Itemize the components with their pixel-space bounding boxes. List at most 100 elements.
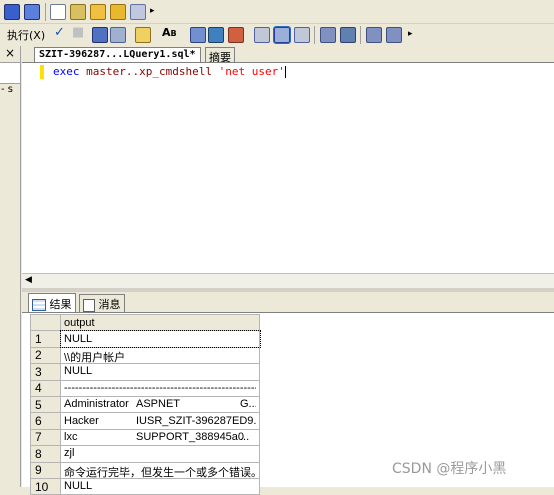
table-row[interactable]: 5 Administrator ASPNET G... xyxy=(30,395,260,414)
font-icon[interactable]: AB xyxy=(162,26,177,39)
toolbar-row-2: 执行(X) ✓ ■ AB ▸ xyxy=(0,24,554,46)
uncomment-icon[interactable] xyxy=(340,27,356,43)
tab-results-label: 结果 xyxy=(49,298,72,311)
tab-query-label: SZIT-396287...LQuery1.sql* xyxy=(39,49,196,60)
row-number[interactable]: 1 xyxy=(30,330,61,348)
check-icon[interactable]: ✓ xyxy=(54,25,65,40)
watermark: CSDN @程序小黑 xyxy=(392,461,507,477)
toolbar-overflow-icon[interactable]: ▸ xyxy=(408,29,413,39)
results-grid-icon xyxy=(32,299,46,311)
open-file-icon[interactable] xyxy=(90,4,106,20)
row-number[interactable]: 3 xyxy=(30,363,61,381)
output-text: IUSR_SZIT-396287ED9... xyxy=(136,414,256,427)
edit-icon[interactable] xyxy=(135,27,151,43)
save-all-icon[interactable] xyxy=(24,4,40,20)
table-row[interactable]: 1 NULL xyxy=(30,329,261,349)
output-text: Administrator xyxy=(64,398,129,411)
output-cell[interactable]: NULL xyxy=(60,363,260,381)
results-tabstrip: 结果 消息 xyxy=(22,292,554,312)
query-keyword: exec xyxy=(53,65,80,78)
report-icon[interactable] xyxy=(130,4,146,20)
increase-indent-icon[interactable] xyxy=(386,27,402,43)
table-row[interactable]: 6 Hacker IUSR_SZIT-396287ED9... xyxy=(30,412,260,430)
output-text: ----------------------------------------… xyxy=(64,381,256,394)
output-text: G... xyxy=(240,398,256,411)
tab-results[interactable]: 结果 xyxy=(28,293,76,312)
table-row[interactable]: 8 zjl xyxy=(30,445,260,463)
tab-messages-label: 消息 xyxy=(98,298,121,311)
results-grid: output 1 NULL 2 \\的用户帐户 3 NULL 4 --------------… xyxy=(30,313,261,495)
execute-button[interactable]: 执行(X) xyxy=(7,27,45,43)
new-query-icon[interactable] xyxy=(50,4,66,20)
output-cell[interactable]: \\的用户帐户 xyxy=(60,346,260,365)
database-icon[interactable] xyxy=(70,4,86,20)
messages-icon xyxy=(83,298,95,312)
close-icon[interactable]: × xyxy=(5,46,15,60)
toolbar-overflow-icon[interactable]: ▸ xyxy=(150,6,155,16)
query-string: 'net user' xyxy=(218,65,285,78)
output-text: SUPPORT_388945a0 xyxy=(136,430,245,443)
editor-tabstrip: SZIT-396287...LQuery1.sql* 摘要 xyxy=(22,46,554,64)
output-text: NULL xyxy=(64,332,93,345)
save-icon[interactable] xyxy=(4,4,20,20)
output-text: NULL xyxy=(64,480,93,493)
output-text: ... xyxy=(240,430,250,443)
table-row[interactable]: 7 lxc SUPPORT_388945a0... xyxy=(30,428,260,447)
client-stats-icon[interactable] xyxy=(273,26,291,44)
toolbar-row-1: ▸ xyxy=(0,0,554,24)
toolbar-separator xyxy=(360,26,361,44)
output-cell[interactable]: Administrator ASPNET G... xyxy=(60,395,260,414)
output-cell[interactable]: zjl xyxy=(60,445,260,463)
output-cell[interactable]: 命令运行完毕，但发生一个或多个错误。 xyxy=(60,461,260,479)
change-marker xyxy=(40,65,44,79)
output-text: zjl xyxy=(64,447,75,460)
column-header-output[interactable]: output xyxy=(60,313,260,332)
output-cell[interactable]: Hacker IUSR_SZIT-396287ED9... xyxy=(60,412,260,430)
output-text: 命令运行完毕，但发生一个或多个错误。 xyxy=(64,466,256,478)
scroll-left-icon[interactable]: ◀ xyxy=(25,275,32,285)
tab-query[interactable]: SZIT-396287...LQuery1.sql* xyxy=(34,47,201,63)
results-to-text-icon[interactable] xyxy=(190,27,206,43)
toolbar-separator xyxy=(314,26,315,44)
output-text: NULL xyxy=(64,365,93,378)
output-text: ASPNET xyxy=(136,398,181,411)
editor-hscrollbar[interactable]: ◀ xyxy=(22,273,554,288)
output-text: lxc xyxy=(64,430,78,443)
output-cell[interactable]: NULL xyxy=(59,329,261,349)
grid-header-row: output xyxy=(30,313,260,332)
table-row[interactable]: 2 \\的用户帐户 xyxy=(30,346,260,365)
include-plan-icon[interactable] xyxy=(254,27,270,43)
display-plan-icon[interactable] xyxy=(110,27,126,43)
table-row[interactable]: 9 命令运行完毕，但发生一个或多个错误。 xyxy=(30,461,260,479)
decrease-indent-icon[interactable] xyxy=(366,27,382,43)
results-to-file-icon[interactable] xyxy=(228,27,244,43)
row-number[interactable]: 2 xyxy=(30,346,61,365)
comment-icon[interactable] xyxy=(320,27,336,43)
left-panel-strip xyxy=(0,62,20,84)
query-editor[interactable]: exec master..xp_cmdshell 'net user' xyxy=(22,62,554,273)
results-to-grid-icon[interactable] xyxy=(208,27,224,43)
text-caret xyxy=(284,66,286,78)
output-text: \\的用户帐户 xyxy=(64,351,126,363)
analysis-icon[interactable] xyxy=(110,4,126,20)
toolbar-separator xyxy=(45,3,46,21)
query-object: master..xp_cmdshell xyxy=(86,65,212,78)
row-number[interactable]: 8 xyxy=(30,445,61,463)
query-options-icon[interactable] xyxy=(294,27,310,43)
row-number[interactable]: 5 xyxy=(30,395,61,414)
parse-icon[interactable] xyxy=(92,27,108,43)
tab-summary[interactable]: 摘要 xyxy=(205,47,235,64)
left-panel: × - s xyxy=(0,46,21,487)
row-number[interactable]: 9 xyxy=(30,461,61,479)
row-number[interactable]: 7 xyxy=(30,428,61,447)
table-row[interactable]: 4 ---------------------------------------… xyxy=(30,379,260,397)
tab-messages[interactable]: 消息 xyxy=(79,294,125,312)
row-number[interactable]: 4 xyxy=(30,379,61,397)
stop-icon[interactable]: ■ xyxy=(72,25,84,40)
query-line: exec master..xp_cmdshell 'net user' xyxy=(53,65,286,78)
left-panel-label: - s xyxy=(1,84,13,95)
row-number[interactable]: 6 xyxy=(30,412,61,430)
table-row[interactable]: 3 NULL xyxy=(30,363,260,381)
output-cell[interactable]: lxc SUPPORT_388945a0... xyxy=(60,428,260,447)
output-cell[interactable]: ----------------------------------------… xyxy=(60,379,260,397)
